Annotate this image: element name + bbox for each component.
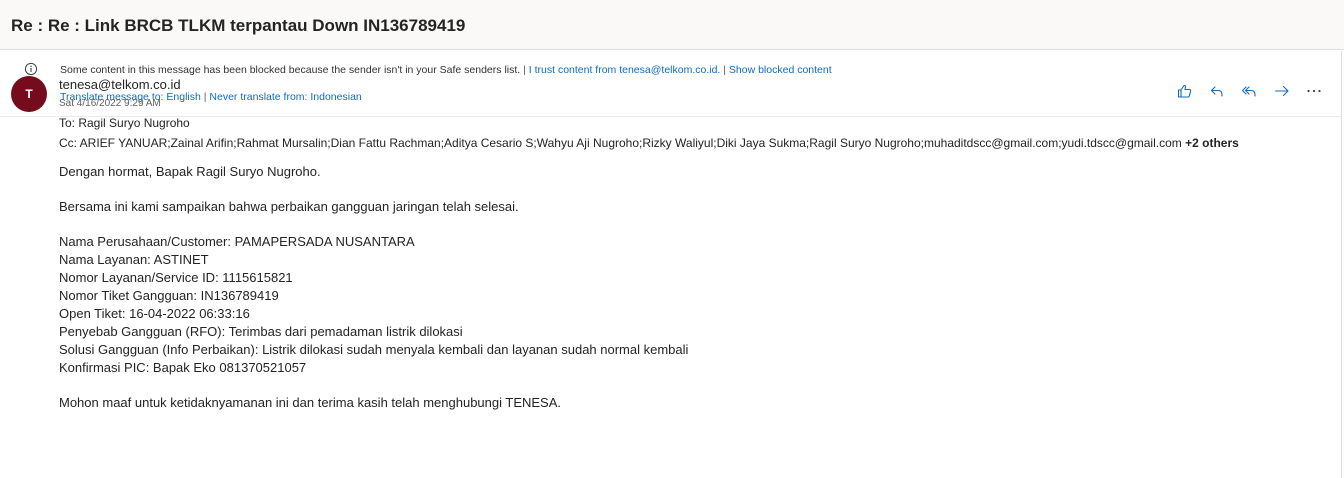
- detail-line: Nama Perusahaan/Customer: PAMAPERSADA NU…: [59, 234, 415, 249]
- reply-icon[interactable]: [1206, 80, 1228, 102]
- body-greeting: Dengan hormat, Bapak Ragil Suryo Nugroho…: [59, 164, 321, 179]
- body-details: Nama Perusahaan/Customer: PAMAPERSADA NU…: [59, 233, 688, 377]
- info-icon: [24, 62, 38, 76]
- more-icon[interactable]: [1303, 80, 1325, 102]
- cc-list: Cc: ARIEF YANUAR;Zainal Arifin;Rahmat Mu…: [59, 136, 1182, 150]
- never-translate-link[interactable]: Never translate from: Indonesian: [209, 91, 361, 103]
- cc-recipients: Cc: ARIEF YANUAR;Zainal Arifin;Rahmat Mu…: [59, 136, 1239, 150]
- detail-line: Solusi Gangguan (Info Perbaikan): Listri…: [59, 342, 689, 357]
- subject-bar: Re : Re : Link BRCB TLKM terpantau Down …: [0, 0, 1344, 50]
- reply-all-icon[interactable]: [1238, 80, 1260, 102]
- to-recipients: To: Ragil Suryo Nugroho: [59, 116, 190, 130]
- detail-line: Penyebab Gangguan (RFO): Terimbas dari p…: [59, 324, 463, 339]
- message-date: Sat 4/16/2022 9:29 AM: [59, 98, 161, 109]
- separator: |: [520, 64, 529, 76]
- blocked-message: Some content in this message has been bl…: [60, 64, 521, 76]
- message-body: Dengan hormat, Bapak Ragil Suryo Nugroho…: [59, 163, 688, 429]
- detail-line: Nomor Tiket Gangguan: IN136789419: [59, 288, 279, 303]
- separator: |: [720, 64, 729, 76]
- detail-line: Nomor Layanan/Service ID: 1115615821: [59, 270, 293, 285]
- detail-line: Nama Layanan: ASTINET: [59, 252, 209, 267]
- forward-icon[interactable]: [1271, 80, 1293, 102]
- sender-address[interactable]: tenesa@telkom.co.id: [59, 77, 181, 92]
- avatar[interactable]: T: [11, 76, 47, 112]
- email-subject: Re : Re : Link BRCB TLKM terpantau Down …: [11, 16, 466, 35]
- trust-sender-link[interactable]: I trust content from tenesa@telkom.co.id…: [529, 64, 721, 76]
- body-intro: Bersama ini kami sampaikan bahwa perbaik…: [59, 199, 519, 214]
- info-bar: Some content in this message has been bl…: [0, 51, 1342, 117]
- message-actions: [1172, 80, 1332, 102]
- like-icon[interactable]: [1174, 80, 1196, 102]
- cc-more-others[interactable]: +2 others: [1185, 136, 1239, 150]
- detail-line: Open Tiket: 16-04-2022 06:33:16: [59, 306, 250, 321]
- show-blocked-content-link[interactable]: Show blocked content: [729, 64, 832, 76]
- detail-line: Konfirmasi PIC: Bapak Eko 081370521057: [59, 360, 307, 375]
- body-closing: Mohon maaf untuk ketidaknyamanan ini dan…: [59, 395, 561, 410]
